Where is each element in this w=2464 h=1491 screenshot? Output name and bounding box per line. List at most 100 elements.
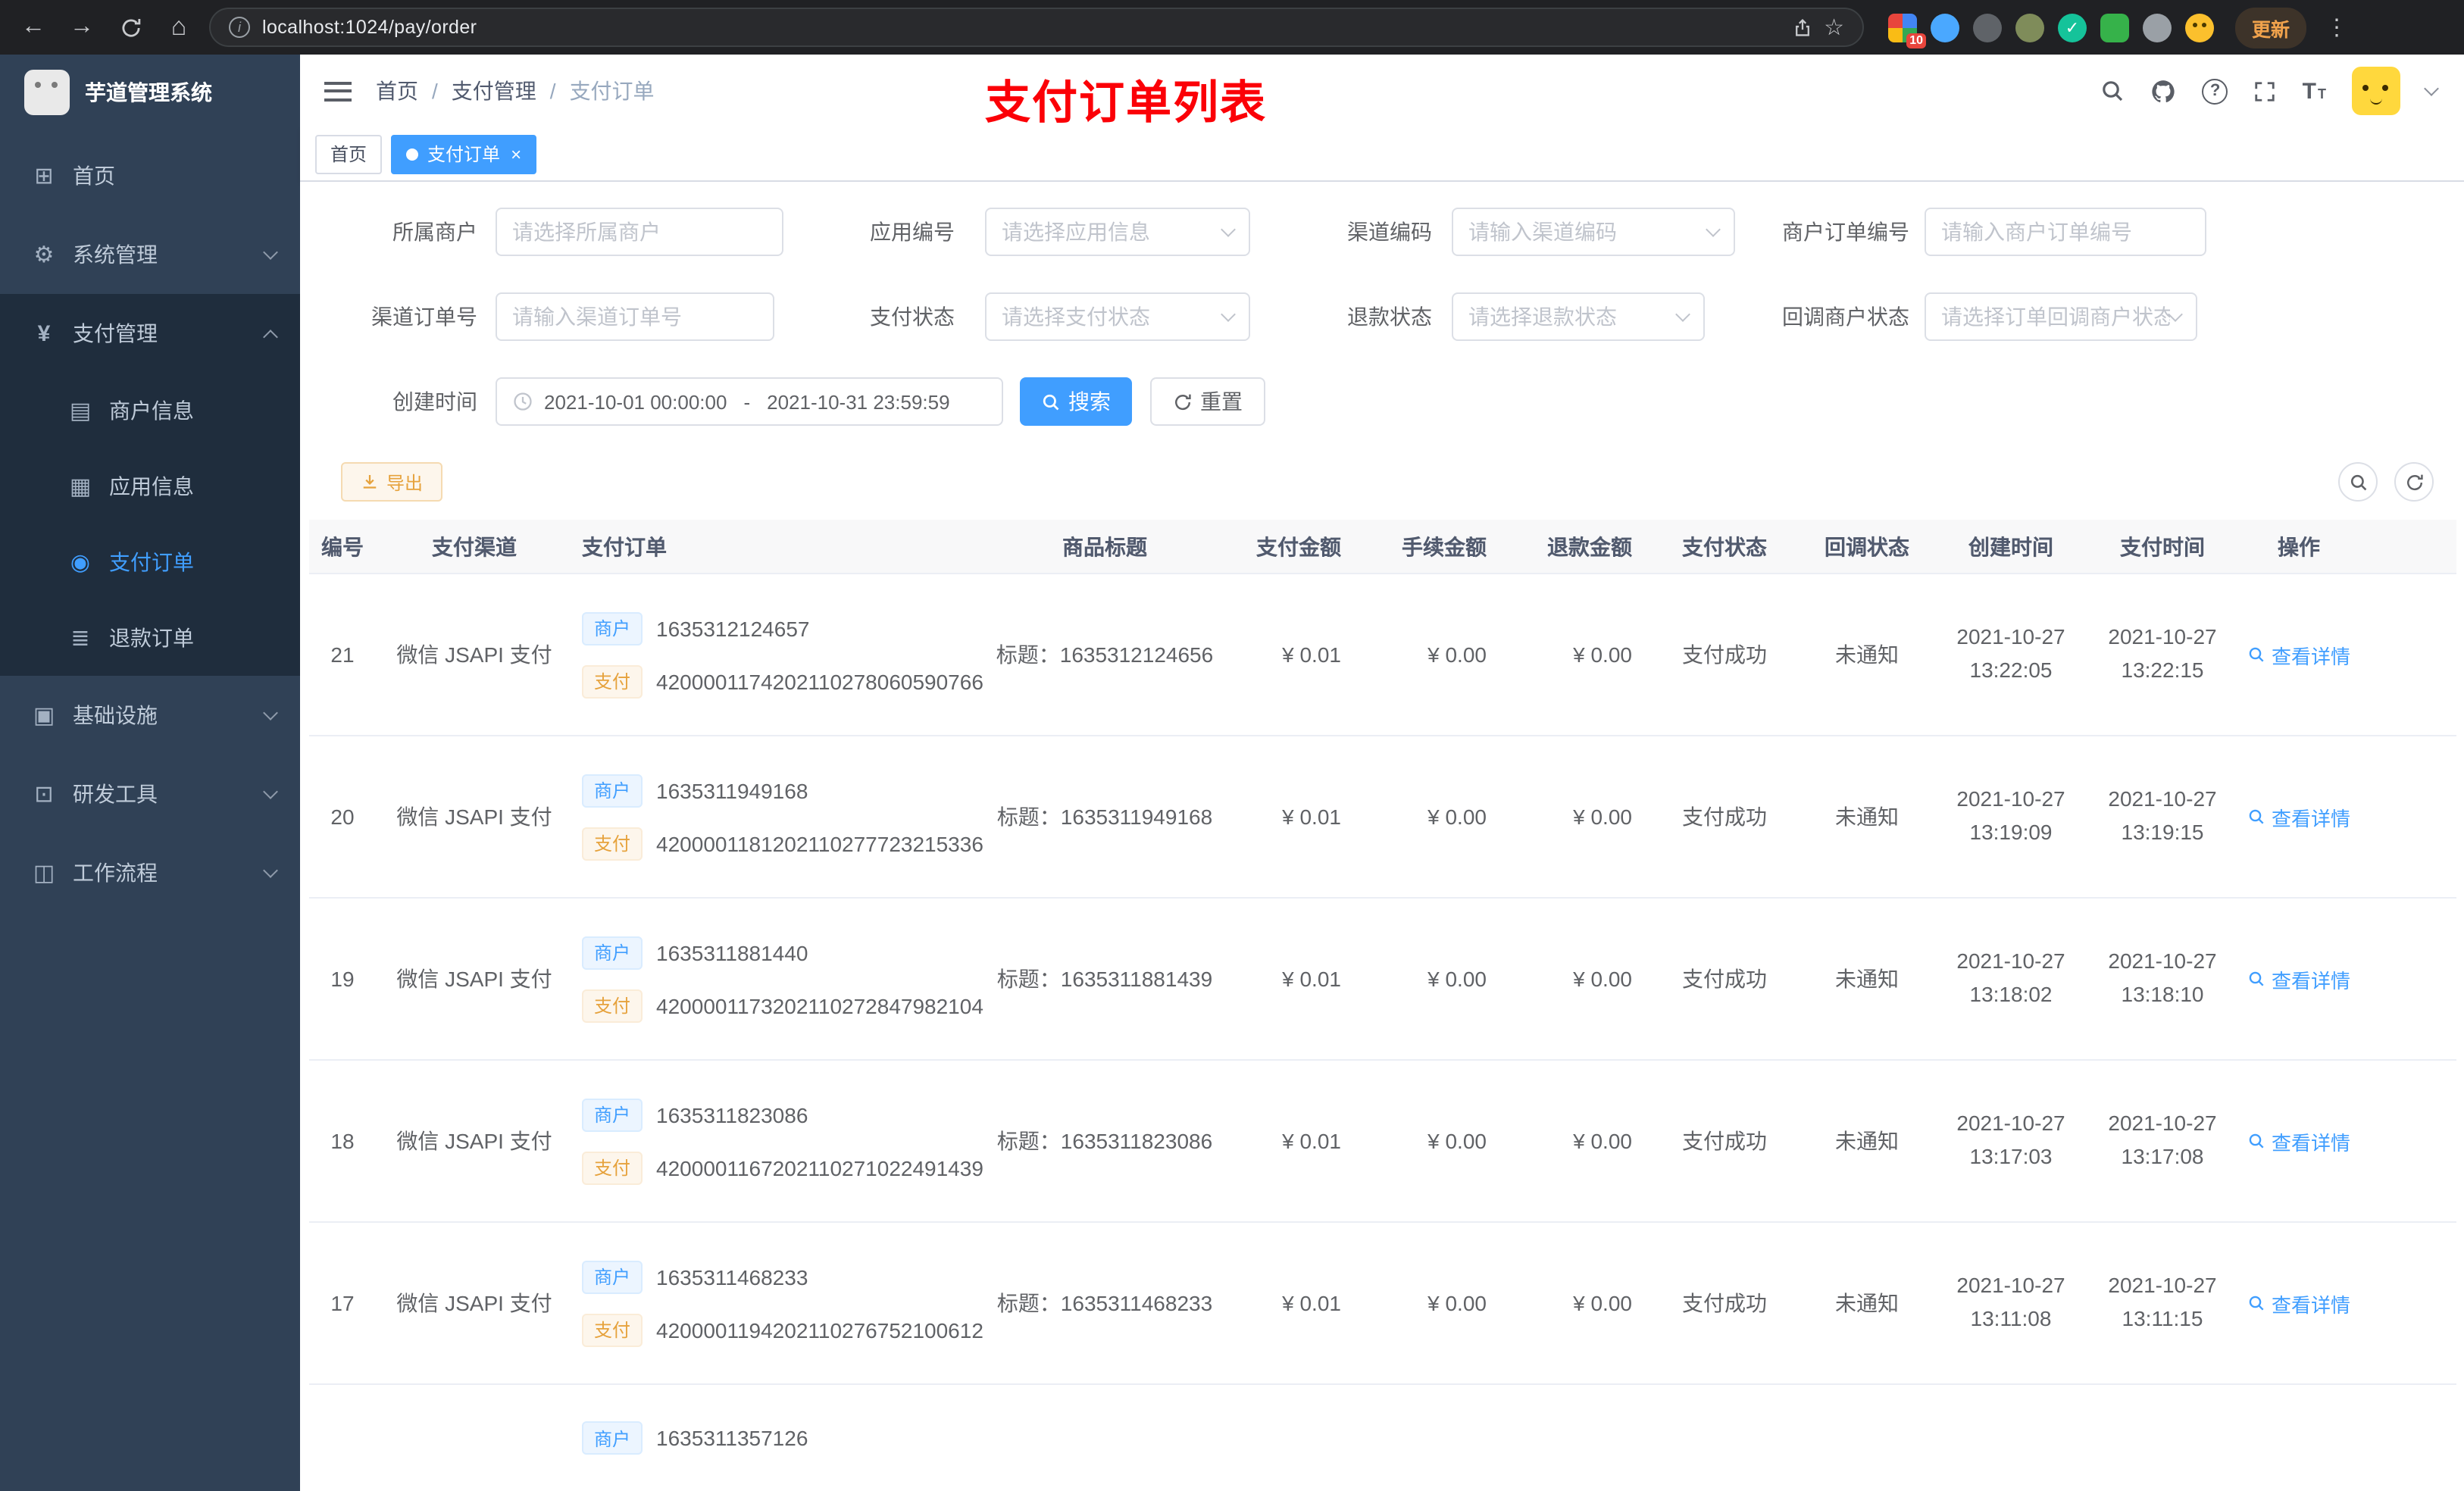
merchant-order-no-input[interactable] xyxy=(1925,208,2206,256)
sidebar-item-refund-order[interactable]: 退款订单 xyxy=(0,600,300,676)
cell-title: 标题：1635311881439 xyxy=(996,967,1213,991)
back-button[interactable] xyxy=(15,9,52,45)
font-size-icon xyxy=(2303,78,2326,104)
channel-order-no-input[interactable] xyxy=(496,292,774,341)
filter-pay-status: 支付状态 请选择支付状态 xyxy=(774,292,1250,341)
chevron-down-icon xyxy=(263,784,278,799)
pay-status-select[interactable]: 请选择支付状态 xyxy=(985,292,1250,341)
sidebar-item-label: 首页 xyxy=(73,164,115,188)
extension-green-icon[interactable] xyxy=(2100,13,2129,42)
view-detail-link[interactable]: 查看详情 xyxy=(2235,640,2362,669)
cell-id: 19 xyxy=(330,967,355,991)
extension-face-icon[interactable] xyxy=(2185,13,2214,42)
merchant-label: 所属商户 xyxy=(392,220,477,244)
chevron-down-icon xyxy=(1221,222,1236,237)
sidebar-subitem-label: 退款订单 xyxy=(109,626,194,650)
search-submit-button[interactable]: 搜索 xyxy=(1020,377,1132,426)
forward-icon xyxy=(70,14,94,41)
cell-status: 支付成功 xyxy=(1682,967,1767,991)
channel-code-select[interactable]: 请输入渠道编码 xyxy=(1452,208,1735,256)
kebab-menu-icon xyxy=(2325,13,2348,42)
tab-home[interactable]: 首页 xyxy=(315,134,383,173)
chevron-down-icon[interactable] xyxy=(2424,81,2439,96)
app-select[interactable]: 请选择应用信息 xyxy=(985,208,1250,256)
col-order: 支付订单 xyxy=(582,534,667,558)
user-avatar[interactable] xyxy=(2352,67,2400,115)
cell-refund: ¥ 0.00 xyxy=(1573,1291,1632,1315)
sidebar: 芋道管理系统 首页 系统管理 支付管理 xyxy=(0,55,300,1491)
reset-button[interactable]: 重置 xyxy=(1150,377,1265,426)
table-row: 18 微信 JSAPI 支付 商户 1635311823086 支付 4200001… xyxy=(309,1061,2456,1223)
home-button[interactable] xyxy=(161,9,197,45)
sidebar-item-pay[interactable]: 支付管理 xyxy=(0,294,300,373)
extension-drop-icon[interactable] xyxy=(1931,13,1959,42)
toggle-search-button[interactable] xyxy=(2338,462,2378,502)
breadcrumb-item-home[interactable]: 首页 xyxy=(376,76,418,106)
site-info-icon[interactable] xyxy=(229,17,250,38)
sidebar-item-home[interactable]: 首页 xyxy=(0,136,300,215)
notify-status-select[interactable]: 请选择订单回调商户状态 xyxy=(1925,292,2197,341)
font-size-button[interactable] xyxy=(2303,78,2326,104)
pay-order-no: 4200001167202110271022491439 xyxy=(656,1155,983,1180)
sidebar-subitem-label: 商户信息 xyxy=(109,399,194,423)
tab-pay-order[interactable]: 支付订单 xyxy=(391,134,537,173)
export-button[interactable]: 导出 xyxy=(341,462,443,502)
reset-button-label: 重置 xyxy=(1200,389,1243,414)
merchant-input[interactable] xyxy=(496,208,783,256)
bookmark-star-icon[interactable] xyxy=(1824,13,1844,42)
view-detail-link[interactable]: 查看详情 xyxy=(2235,1127,2362,1155)
refund-status-select[interactable]: 请选择退款状态 xyxy=(1452,292,1705,341)
view-detail-link[interactable]: 查看详情 xyxy=(2235,964,2362,993)
merchant-tag: 商户 xyxy=(582,936,643,969)
home-icon xyxy=(171,12,187,42)
close-icon[interactable] xyxy=(511,145,521,163)
chevron-down-icon xyxy=(1706,222,1721,237)
cell-channel: 微信 JSAPI 支付 xyxy=(396,1129,552,1153)
extension-grid-icon[interactable]: 10 xyxy=(1888,13,1926,48)
github-button[interactable] xyxy=(2151,78,2177,104)
search-icon xyxy=(2249,647,2264,662)
application-window: localhost:1024/pay/order 10 更新 xyxy=(0,0,2464,1491)
extension-dark-icon[interactable] xyxy=(1973,13,2002,42)
share-icon[interactable] xyxy=(1792,17,1812,37)
sidebar-item-dev-tools[interactable]: 研发工具 xyxy=(0,755,300,833)
address-bar[interactable]: localhost:1024/pay/order xyxy=(209,8,1864,47)
sidebar-item-app-info[interactable]: 应用信息 xyxy=(0,449,300,524)
cell-notify: 未通知 xyxy=(1835,805,1899,829)
chevron-down-icon xyxy=(1675,307,1690,322)
extensions-pin-icon[interactable] xyxy=(2143,13,2172,42)
filter-row-1: 所属商户 应用编号 请选择应用信息 渠道编码 请输入渠道编码 xyxy=(341,208,2464,256)
breadcrumb-item-pay[interactable]: 支付管理 xyxy=(452,76,536,106)
filter-channel-code: 渠道编码 请输入渠道编码 xyxy=(1250,208,1735,256)
sidebar-item-infrastructure[interactable]: 基础设施 xyxy=(0,676,300,755)
channel-code-placeholder: 请输入渠道编码 xyxy=(1468,220,1617,244)
view-detail-link[interactable]: 查看详情 xyxy=(2235,1289,2362,1318)
sidebar-item-workflow[interactable]: 工作流程 xyxy=(0,833,300,912)
view-detail-link[interactable]: 查看详情 xyxy=(2235,802,2362,831)
sidebar-item-system[interactable]: 系统管理 xyxy=(0,215,300,294)
create-time-range-picker[interactable]: 2021-10-01 00:00:00 - 2021-10-31 23:59:5… xyxy=(496,377,1003,426)
cell-order: 商户 1635311468233 支付 4200001194202110276752… xyxy=(573,1260,983,1346)
extension-olive-icon[interactable] xyxy=(2015,13,2044,42)
sidebar-toggle-icon[interactable] xyxy=(324,81,352,101)
search-button[interactable] xyxy=(2101,79,2125,103)
pay-tag: 支付 xyxy=(582,1313,643,1346)
fullscreen-button[interactable] xyxy=(2254,80,2277,102)
refresh-table-button[interactable] xyxy=(2394,462,2434,502)
breadcrumb: 首页 / 支付管理 / 支付订单 xyxy=(376,76,655,106)
sidebar-item-pay-order[interactable]: 支付订单 xyxy=(0,524,300,600)
reload-button[interactable] xyxy=(112,9,149,45)
cell-channel: 微信 JSAPI 支付 xyxy=(396,805,552,829)
sidebar-item-merchant-info[interactable]: 商户信息 xyxy=(0,373,300,449)
merchant-order-no: 1635311468233 xyxy=(656,1264,808,1289)
cell-action: 查看详情 xyxy=(2235,964,2362,993)
browser-update-button[interactable]: 更新 xyxy=(2235,7,2307,48)
extension-check-icon[interactable] xyxy=(2058,13,2087,42)
cell-amount: ¥ 0.01 xyxy=(1282,805,1341,829)
back-icon xyxy=(21,14,45,41)
forward-button[interactable] xyxy=(64,9,100,45)
sidebar-subitem-label: 支付订单 xyxy=(109,550,194,574)
fullscreen-icon xyxy=(2256,81,2275,101)
help-button[interactable] xyxy=(2202,78,2228,104)
browser-menu-button[interactable] xyxy=(2319,9,2355,45)
